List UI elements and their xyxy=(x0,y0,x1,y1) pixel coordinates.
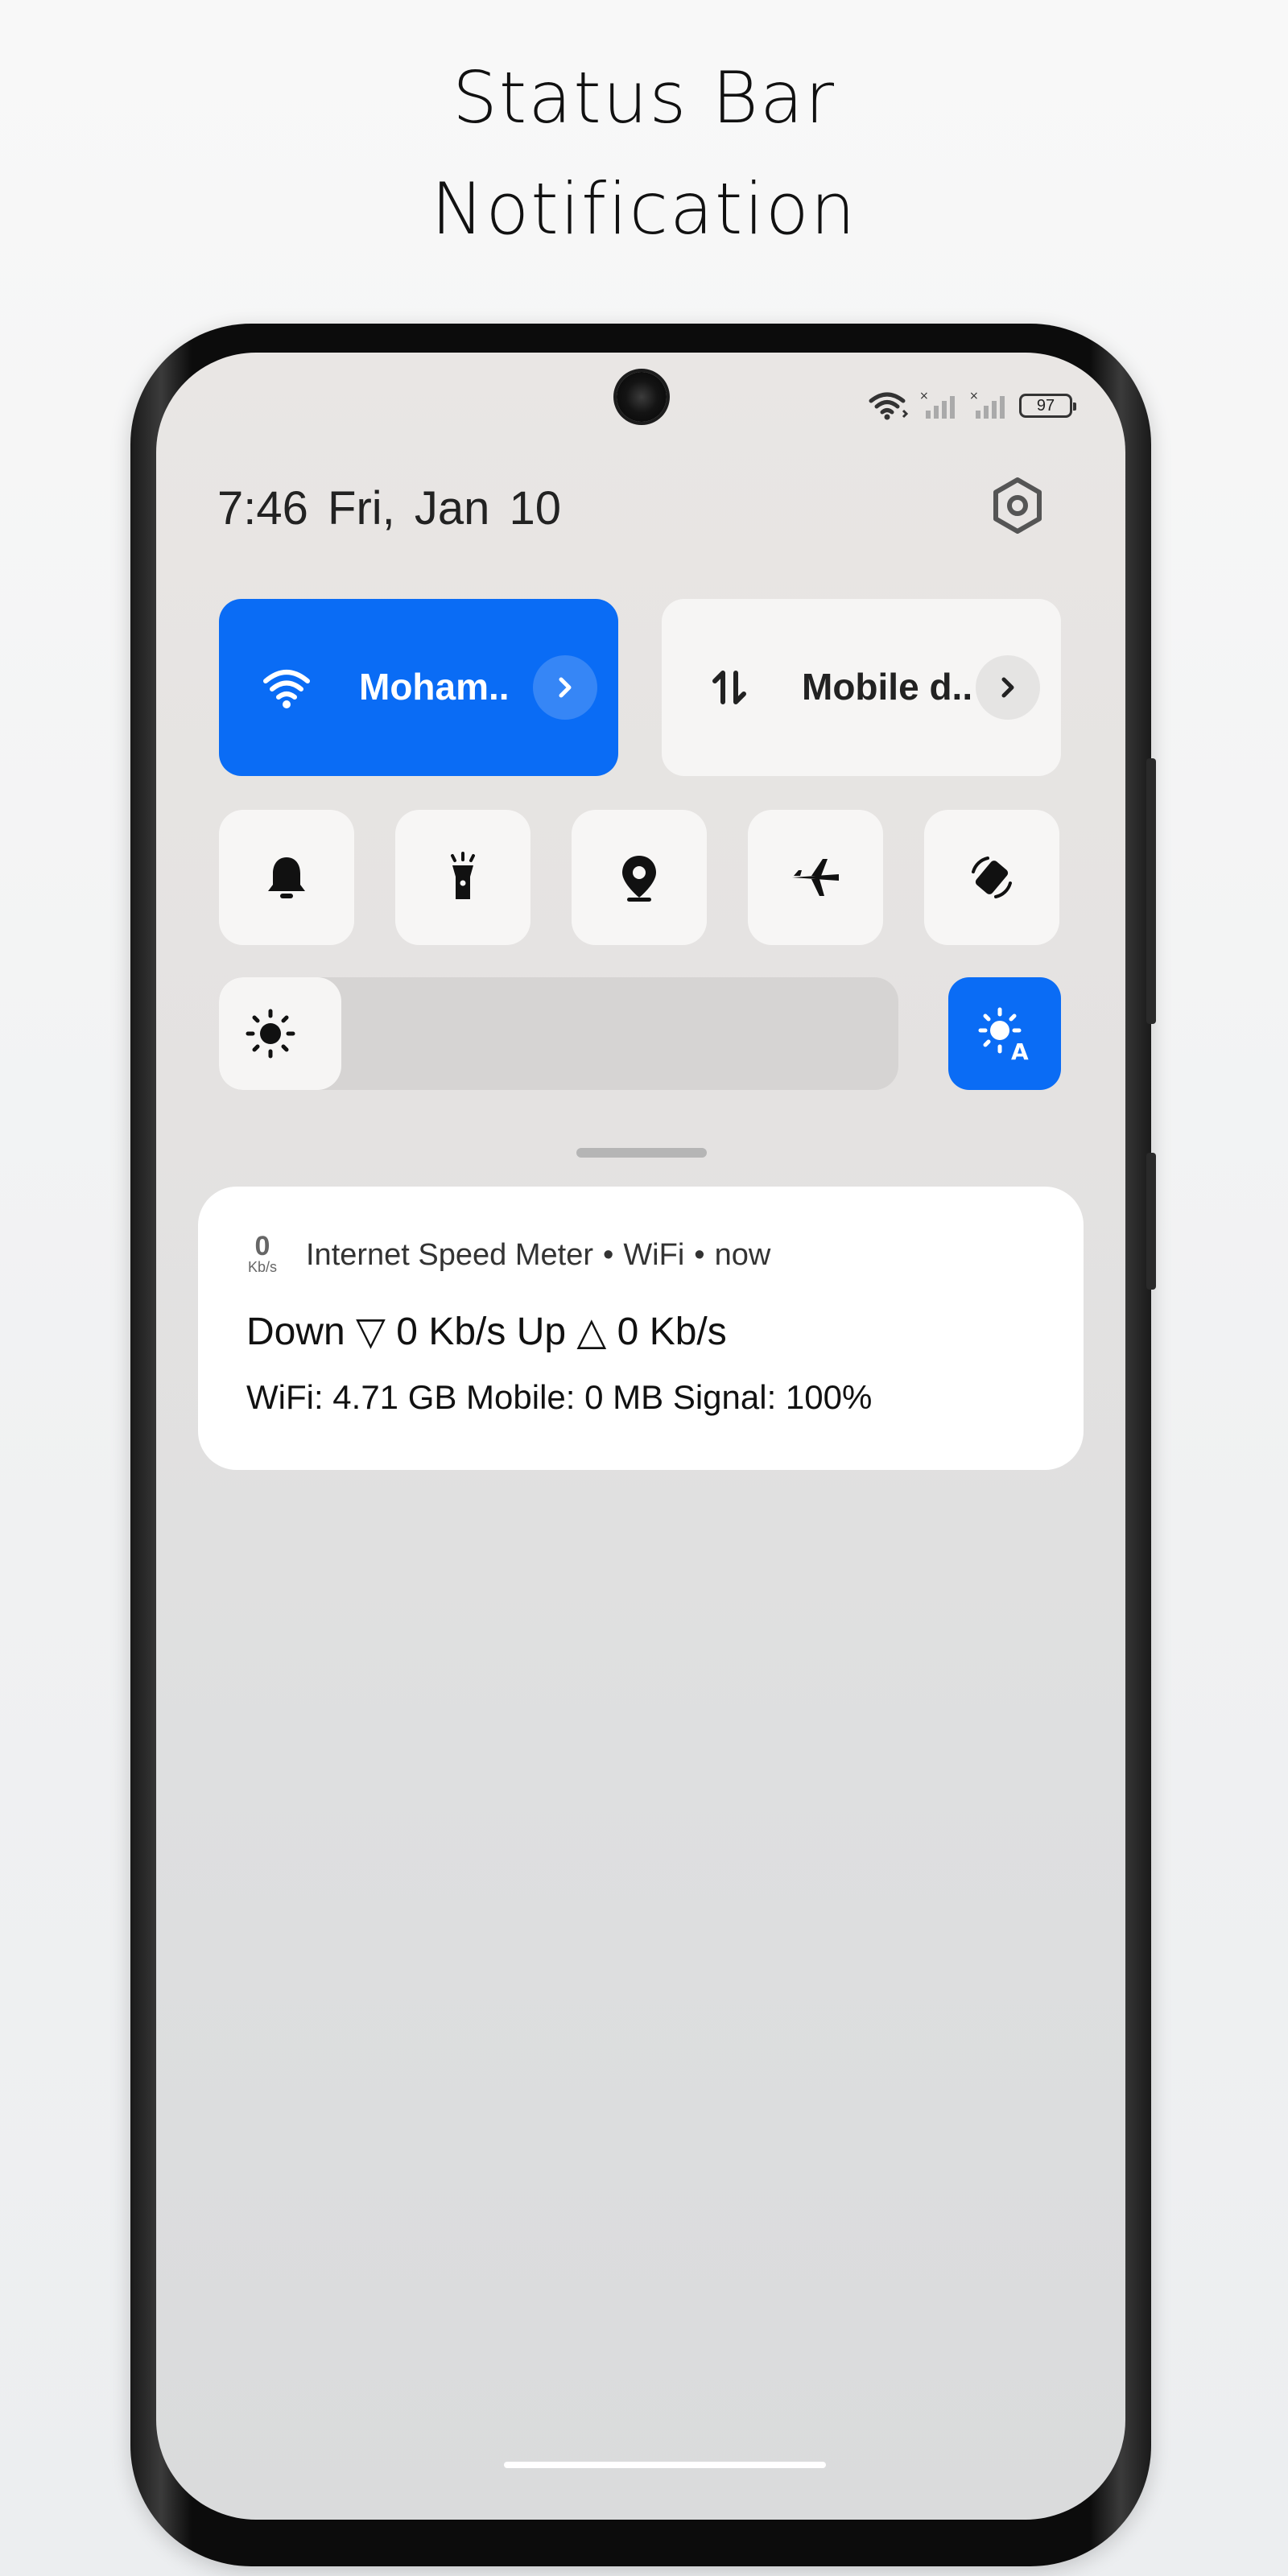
notification-channel: WiFi xyxy=(623,1238,685,1272)
app-speed-icon: 0 Kb/s xyxy=(240,1231,285,1278)
toggle-airplane[interactable] xyxy=(748,810,883,945)
auto-brightness-icon: A xyxy=(978,1007,1029,1065)
separator-dot: • xyxy=(694,1238,705,1272)
clock-date: Fri, Jan 10 xyxy=(328,482,562,535)
home-indicator[interactable] xyxy=(504,2462,826,2468)
data-arrows-icon xyxy=(712,671,746,704)
toggle-sound[interactable] xyxy=(219,810,354,945)
mobile-data-tile[interactable]: Mobile d.. xyxy=(662,599,1061,776)
battery-level: 97 xyxy=(1036,396,1055,415)
separator-dot: • xyxy=(603,1238,614,1272)
clock-time: 7:46 xyxy=(217,482,308,535)
airplane-icon xyxy=(792,859,839,896)
phone-screen: × × 97 7:46 Fri, Jan 10 Moham.. Mobile d… xyxy=(156,353,1125,2520)
signal-icon: × xyxy=(919,390,955,419)
chevron-right-icon xyxy=(559,677,572,698)
promo-title-line1: Status Bar xyxy=(452,56,836,139)
notification-card[interactable]: 0 Kb/s Internet Speed Meter • WiFi • now Dow… xyxy=(198,1187,1084,1470)
app-icon-value: 0 xyxy=(254,1231,270,1261)
wifi-tile-label: Moham.. xyxy=(359,666,510,708)
wifi-icon xyxy=(869,392,909,420)
power-button xyxy=(1146,1153,1156,1290)
notification-body: WiFi: 4.71 GB Mobile: 0 MB Signal: 100% xyxy=(246,1378,873,1416)
notification-time: now xyxy=(714,1238,771,1272)
signal-icon: × xyxy=(969,390,1005,419)
panel-drag-handle[interactable] xyxy=(576,1148,707,1158)
toggle-location[interactable] xyxy=(572,810,707,945)
svg-text:A: A xyxy=(1011,1038,1029,1065)
toggle-flashlight[interactable] xyxy=(395,810,530,945)
notification-title: Down ▽ 0 Kb/s Up △ 0 Kb/s xyxy=(246,1311,727,1353)
battery-icon: 97 xyxy=(1019,394,1076,418)
flashlight-icon xyxy=(451,852,475,899)
wifi-icon xyxy=(263,670,310,708)
volume-button xyxy=(1146,758,1156,1024)
svg-text:×: × xyxy=(919,390,929,402)
mobile-data-expand-button[interactable] xyxy=(976,655,1040,720)
settings-gear-icon[interactable] xyxy=(985,473,1050,538)
brightness-icon xyxy=(246,1009,295,1059)
chevron-right-icon xyxy=(1001,677,1014,698)
brightness-slider[interactable] xyxy=(219,977,898,1090)
notification-header: Internet Speed Meter • WiFi • now xyxy=(306,1238,770,1273)
status-bar: × × 97 xyxy=(868,390,1076,422)
svg-text:×: × xyxy=(969,390,979,402)
toggle-rotation[interactable] xyxy=(924,810,1059,945)
mobile-data-tile-label: Mobile d.. xyxy=(802,666,973,708)
notification-app-name: Internet Speed Meter xyxy=(306,1238,593,1272)
phone-frame: × × 97 7:46 Fri, Jan 10 Moham.. Mobile d… xyxy=(130,324,1156,2566)
promo-title-line2: Notification xyxy=(431,167,857,250)
wifi-tile[interactable]: Moham.. xyxy=(219,599,618,776)
rotate-icon xyxy=(972,857,1012,898)
header-datetime: 7:46 Fri, Jan 10 xyxy=(217,481,561,535)
camera-icon xyxy=(617,372,667,422)
bell-icon xyxy=(268,857,305,898)
auto-brightness-button[interactable]: A xyxy=(948,977,1061,1090)
location-icon xyxy=(622,856,656,902)
app-icon-unit: Kb/s xyxy=(247,1259,278,1275)
wifi-expand-button[interactable] xyxy=(533,655,597,720)
